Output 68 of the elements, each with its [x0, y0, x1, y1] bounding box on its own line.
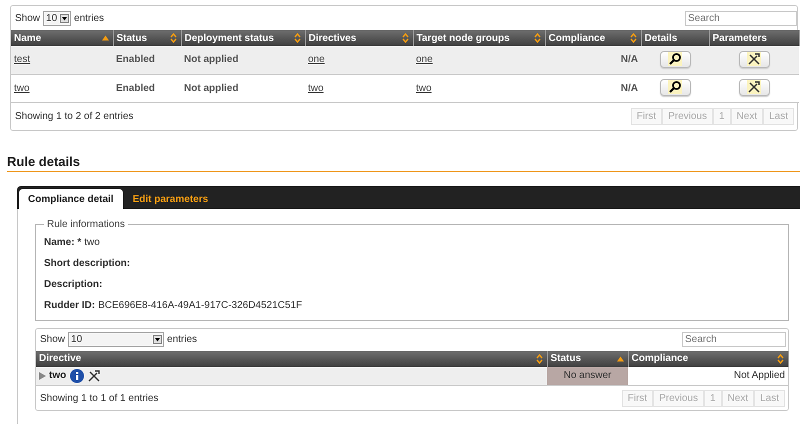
entries-label: entries	[74, 12, 104, 24]
search-icon	[668, 52, 682, 66]
info-icon	[70, 368, 84, 383]
sort-icon	[170, 33, 176, 43]
table-cell: N/A	[545, 74, 641, 102]
column-header[interactable]: Name	[11, 30, 113, 46]
sort-icon	[294, 33, 300, 43]
directive-link[interactable]: two	[308, 82, 324, 94]
entries-select[interactable]: 10	[43, 10, 72, 26]
column-header[interactable]: Parameters	[709, 30, 799, 46]
tools-icon	[747, 52, 761, 66]
column-header[interactable]: Directives	[305, 30, 413, 46]
column-header[interactable]: Deployment status	[181, 30, 305, 46]
tools-icon	[747, 80, 761, 94]
table-cell: N/A	[545, 46, 641, 74]
tab[interactable]: Edit parameters	[124, 190, 218, 208]
group-link[interactable]: one	[416, 54, 433, 66]
sort-icon	[536, 354, 542, 364]
tools-icon	[87, 368, 102, 383]
column-header[interactable]: Details	[641, 30, 709, 46]
parameters-button[interactable]	[738, 78, 770, 96]
rule-link[interactable]: test	[14, 54, 30, 66]
field-label: Name: *	[44, 236, 82, 248]
column-header[interactable]: Compliance	[545, 30, 641, 46]
sort-icon	[402, 33, 408, 43]
column-header[interactable]: Compliance	[628, 350, 788, 366]
table-cell: Enabled	[113, 46, 181, 74]
table-cell: Not applied	[181, 46, 305, 74]
directive-name: two	[49, 370, 66, 382]
table-info: Showing 1 to 2 of 2 entries	[15, 110, 134, 122]
section-title: Rule details	[7, 154, 800, 172]
field-value: BCE696E8-416A-49A1-917C-326D4521C51F	[98, 300, 302, 310]
show-label: Show	[40, 334, 66, 345]
dropdown-arrow-icon	[60, 14, 70, 22]
column-header[interactable]: Status	[547, 350, 628, 366]
field-label: Rudder ID:	[44, 300, 96, 310]
field-value: two	[84, 236, 100, 248]
table-cell: Not Applied	[628, 366, 788, 386]
search-field[interactable]: Search	[682, 332, 786, 347]
column-header[interactable]: Directive	[36, 350, 547, 366]
directive-link[interactable]: one	[308, 54, 325, 66]
tab[interactable]: Compliance detail	[19, 188, 123, 208]
details-button[interactable]	[660, 50, 690, 68]
field-label: Short description:	[44, 258, 130, 268]
sort-icon	[776, 354, 784, 364]
entries-select[interactable]: 10	[68, 332, 164, 347]
sort-ascending-icon	[616, 356, 624, 361]
rule-link[interactable]: two	[14, 82, 30, 94]
table-info: Showing 1 to 1 of 1 entries	[40, 392, 158, 404]
status-cell: No answer	[547, 366, 628, 386]
search-field[interactable]: Search	[685, 10, 797, 26]
details-button[interactable]	[660, 78, 690, 96]
sort-icon	[534, 33, 540, 43]
entries-label: entries	[167, 334, 198, 345]
table-cell: Not applied	[181, 74, 305, 102]
group-link[interactable]: two	[416, 82, 432, 94]
search-icon	[668, 80, 682, 94]
expand-icon	[39, 372, 46, 380]
fieldset-legend: Rule informations	[44, 218, 128, 230]
show-label: Show	[15, 12, 40, 24]
column-header[interactable]: Target node groups	[413, 30, 545, 46]
parameters-button[interactable]	[738, 50, 770, 68]
dropdown-arrow-icon	[153, 335, 162, 344]
sort-ascending-icon	[102, 36, 108, 40]
field-label: Description:	[44, 278, 102, 290]
column-header[interactable]: Status	[113, 30, 181, 46]
table-cell: Enabled	[113, 74, 181, 102]
sort-icon	[630, 33, 636, 43]
